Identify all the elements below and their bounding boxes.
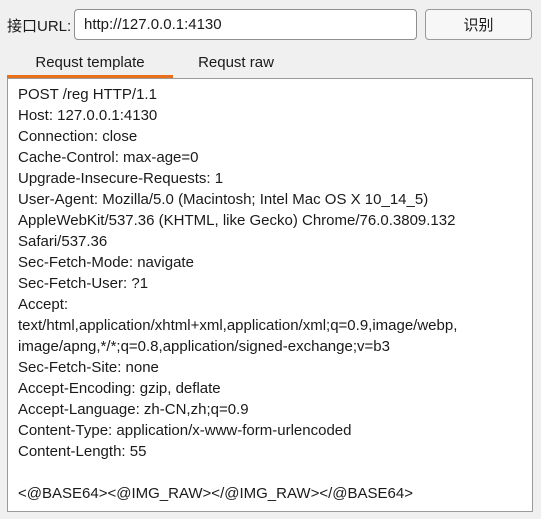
editor-line: Sec-Fetch-Site: none — [18, 359, 159, 376]
url-bar: 接口URL: 识别 — [0, 0, 541, 52]
url-label: 接口URL: — [7, 18, 72, 35]
editor-line: Accept-Language: zh-CN,zh;q=0.9 — [18, 401, 249, 418]
request-template-editor[interactable]: POST /reg HTTP/1.1 Host: 127.0.0.1:4130 … — [7, 78, 533, 512]
editor-line: Cache-Control: max-age=0 — [18, 149, 199, 166]
editor-line — [18, 462, 528, 483]
editor-line: POST /reg HTTP/1.1 — [18, 86, 157, 103]
editor-line: Upgrade-Insecure-Requests: 1 — [18, 170, 224, 187]
editor-line: image/apng,*/*;q=0.8,application/signed-… — [18, 338, 390, 355]
app-window: 接口URL: 识别 Requst template Requst raw POS… — [0, 0, 541, 519]
editor-line: AppleWebKit/537.36 (KHTML, like Gecko) C… — [18, 212, 456, 229]
editor-line: Content-Length: 55 — [18, 443, 147, 460]
editor-line: Host: 127.0.0.1:4130 — [18, 107, 158, 124]
editor-line: Sec-Fetch-User: ?1 — [18, 275, 149, 292]
editor-line: Content-Type: application/x-www-form-url… — [18, 422, 352, 439]
editor-line: Accept-Encoding: gzip, deflate — [18, 380, 221, 397]
editor-line: text/html,application/xhtml+xml,applicat… — [18, 317, 458, 334]
editor-line: Accept: — [18, 296, 69, 313]
editor-line: Safari/537.36 — [18, 233, 108, 250]
url-input[interactable] — [74, 9, 417, 40]
editor-line: Connection: close — [18, 128, 138, 145]
tab-request-template[interactable]: Requst template — [7, 46, 173, 78]
tab-bar: Requst template Requst raw — [7, 46, 534, 78]
tab-request-raw[interactable]: Requst raw — [173, 46, 299, 78]
editor-lines: POST /reg HTTP/1.1 Host: 127.0.0.1:4130 … — [18, 84, 528, 504]
editor-line: Sec-Fetch-Mode: navigate — [18, 254, 194, 271]
editor-line: User-Agent: Mozilla/5.0 (Macintosh; Inte… — [18, 191, 429, 208]
editor-line: <@BASE64><@IMG_RAW></@IMG_RAW></@BASE64> — [18, 485, 413, 502]
recognize-button[interactable]: 识别 — [425, 9, 532, 40]
